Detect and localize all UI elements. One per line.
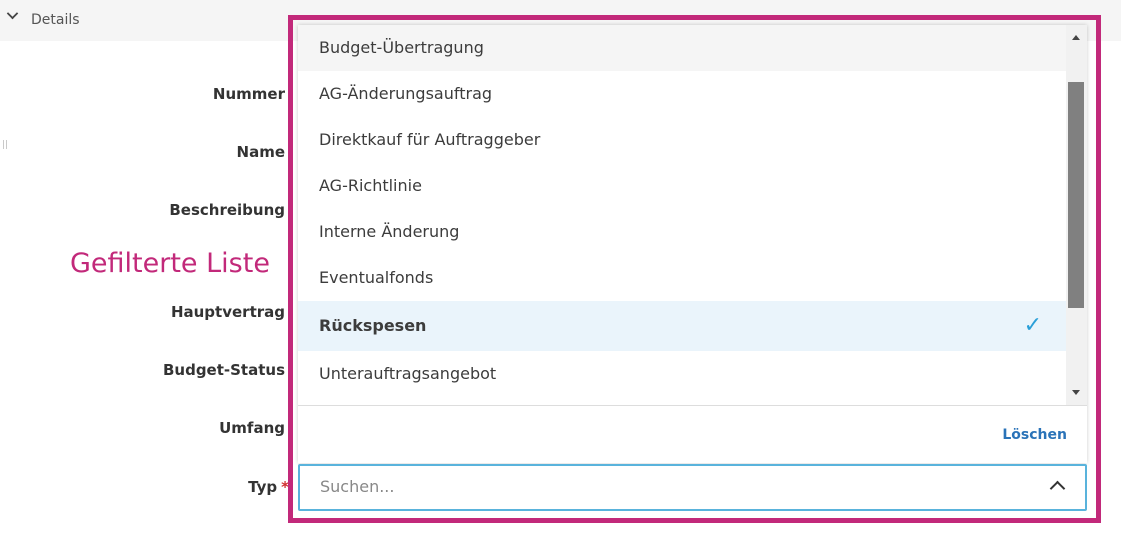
label-nummer: Nummer	[212, 85, 285, 103]
dropdown-option[interactable]: Direktkauf für Auftraggeber	[298, 117, 1066, 163]
dropdown-option[interactable]: Budget-Übertragung	[298, 25, 1066, 71]
checkmark-icon: ✓	[1023, 313, 1042, 338]
chevron-down-icon	[6, 7, 19, 20]
dropdown-option[interactable]: Unterauftragsangebot	[298, 351, 1066, 397]
typ-search-field[interactable]	[298, 464, 1087, 511]
label-beschreibung: Beschreibung	[169, 201, 285, 219]
dropdown-option[interactable]: Interne Änderung	[298, 209, 1066, 255]
dropdown-option[interactable]: Eventualfonds	[298, 255, 1066, 301]
dropdown-footer: Löschen	[298, 405, 1087, 463]
search-input[interactable]	[320, 477, 1020, 496]
section-title: Details	[31, 12, 80, 28]
label-umfang: Umfang	[219, 419, 285, 437]
scroll-up-arrow-icon[interactable]	[1072, 35, 1080, 40]
dropdown-option[interactable]: AG-Änderungsauftrag	[298, 71, 1066, 117]
typ-dropdown-panel: Budget-Übertragung AG-Änderungsauftrag D…	[298, 25, 1087, 463]
clear-button[interactable]: Löschen	[1002, 427, 1067, 443]
dropdown-option[interactable]: AG-Richtlinie	[298, 163, 1066, 209]
dropdown-scrollbar[interactable]	[1066, 25, 1087, 405]
dropdown-option-selected[interactable]: Rückspesen ✓	[298, 301, 1066, 351]
label-budget-status: Budget-Status	[162, 361, 285, 379]
resize-handle-icon[interactable]: ||	[2, 140, 8, 150]
label-hauptvertrag: Hauptvertrag	[170, 303, 285, 321]
dropdown-list: Budget-Übertragung AG-Änderungsauftrag D…	[298, 25, 1066, 405]
scrollbar-thumb[interactable]	[1068, 82, 1084, 308]
label-typ: Typ *	[248, 478, 289, 496]
chevron-up-icon[interactable]	[1049, 480, 1066, 497]
label-name: Name	[236, 143, 285, 161]
scroll-down-arrow-icon[interactable]	[1072, 390, 1080, 395]
annotation-label: Gefilterte Liste	[70, 248, 270, 279]
